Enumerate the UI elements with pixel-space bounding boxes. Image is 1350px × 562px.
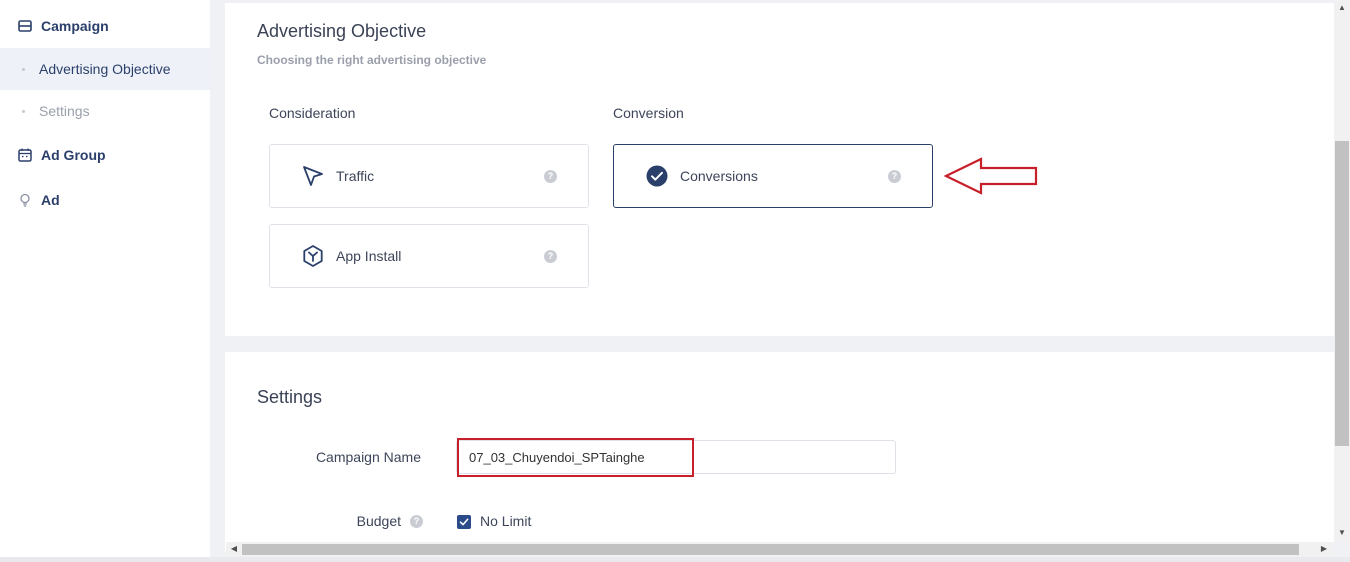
option-label: Traffic bbox=[336, 168, 375, 184]
bottom-edge bbox=[0, 557, 1350, 562]
section-title: Advertising Objective bbox=[257, 21, 427, 41]
sidebar: Campaign Advertising Objective Settings … bbox=[0, 0, 210, 562]
scroll-down-icon[interactable]: ▼ bbox=[1334, 528, 1350, 537]
traffic-option[interactable]: Traffic ? bbox=[269, 144, 589, 208]
section-title: Settings bbox=[257, 387, 323, 407]
campaign-name-label: Campaign Name bbox=[315, 449, 421, 465]
scroll-left-icon[interactable]: ◀ bbox=[226, 544, 242, 553]
sidebar-item-ad[interactable]: Ad bbox=[0, 188, 210, 212]
lightbulb-icon bbox=[20, 193, 30, 207]
annotation-arrow-icon bbox=[943, 157, 1038, 195]
help-icon[interactable]: ? bbox=[544, 250, 557, 263]
sidebar-item-advertising-objective[interactable]: Advertising Objective bbox=[0, 48, 210, 90]
horizontal-scroll-thumb[interactable] bbox=[242, 544, 1299, 555]
help-icon[interactable]: ? bbox=[544, 170, 557, 183]
cursor-arrow-icon bbox=[303, 166, 323, 186]
sidebar-item-label: Ad bbox=[41, 192, 60, 208]
conversions-option[interactable]: Conversions ? bbox=[613, 144, 933, 208]
calendar-icon bbox=[18, 148, 32, 162]
conversion-label: Conversion bbox=[613, 105, 684, 121]
sidebar-item-label: Ad Group bbox=[41, 147, 106, 163]
consideration-label: Consideration bbox=[269, 105, 356, 121]
bullet-dot bbox=[22, 67, 25, 71]
budget-label: Budget bbox=[356, 513, 401, 529]
sidebar-item-label: Campaign bbox=[41, 18, 109, 34]
bullet-dot bbox=[22, 109, 25, 113]
main-content: Advertising Objective Choosing the right… bbox=[210, 0, 1334, 562]
app-install-option[interactable]: App Install ? bbox=[269, 224, 589, 288]
no-limit-checkbox[interactable] bbox=[457, 515, 471, 529]
help-icon[interactable]: ? bbox=[410, 515, 423, 528]
no-limit-label: No Limit bbox=[480, 513, 532, 529]
option-label: Conversions bbox=[680, 168, 758, 184]
sidebar-item-label: Advertising Objective bbox=[39, 61, 171, 77]
campaign-name-input[interactable] bbox=[456, 440, 896, 474]
option-label: App Install bbox=[336, 248, 402, 264]
checkmark-icon bbox=[459, 518, 469, 526]
sidebar-item-label: Settings bbox=[39, 103, 90, 119]
scroll-up-icon[interactable]: ▲ bbox=[1334, 3, 1350, 12]
settings-card: Settings Campaign Name Budget ? No Limit bbox=[225, 352, 1334, 552]
campaign-icon bbox=[18, 20, 32, 32]
sidebar-item-settings[interactable]: Settings bbox=[0, 90, 210, 132]
help-icon[interactable]: ? bbox=[888, 170, 901, 183]
sidebar-item-campaign[interactable]: Campaign bbox=[0, 14, 210, 38]
sidebar-item-ad-group[interactable]: Ad Group bbox=[0, 143, 210, 167]
hexagon-y-icon bbox=[303, 245, 323, 267]
scroll-right-icon[interactable]: ▶ bbox=[1316, 544, 1332, 553]
vertical-scrollbar[interactable]: ▲ ▼ bbox=[1334, 0, 1350, 542]
check-circle-icon bbox=[646, 165, 668, 187]
advertising-objective-card: Advertising Objective Choosing the right… bbox=[225, 3, 1334, 336]
vertical-scroll-thumb[interactable] bbox=[1335, 141, 1349, 446]
section-subtitle: Choosing the right advertising objective bbox=[257, 53, 487, 67]
horizontal-scrollbar[interactable]: ◀ ▶ bbox=[226, 542, 1334, 557]
